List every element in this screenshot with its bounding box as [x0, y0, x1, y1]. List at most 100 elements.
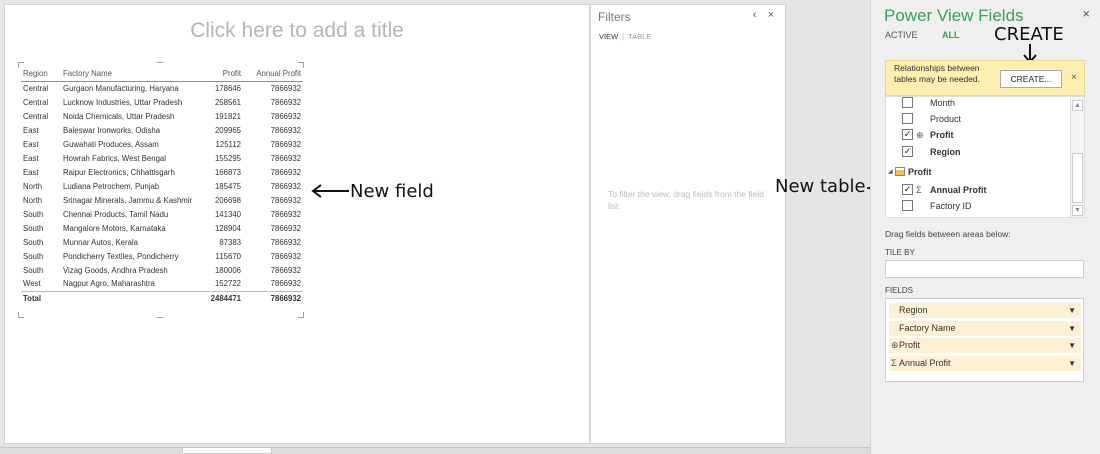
cell-region: South: [23, 223, 44, 233]
resize-handle[interactable]: [298, 62, 304, 68]
field-item[interactable]: Month: [886, 97, 1071, 111]
column-header-factory-name[interactable]: Factory Name: [61, 67, 201, 82]
field-list: Month Product ✓ ⊕ Profit ✓ Region ◢ Profit ✓ Σ Annu…: [885, 96, 1085, 218]
cell-annual-profit: 7866932: [270, 181, 301, 191]
field-checkbox[interactable]: [902, 113, 913, 124]
chevron-down-icon[interactable]: ▼: [1068, 356, 1076, 371]
well-field-item[interactable]: Factory Name ▼: [889, 320, 1081, 336]
field-item[interactable]: ✓ ⊕ Profit: [886, 127, 1071, 143]
field-checkbox[interactable]: ✓: [902, 184, 913, 195]
field-item[interactable]: ✓ Region: [886, 144, 1071, 160]
tab-separator: |: [622, 32, 625, 41]
table-row: East Raipur Electronics, Chhattisgarh 1668…: [21, 165, 303, 179]
table-row: North Srinagar Minerals, Jammu & Kashmir 2…: [21, 193, 303, 207]
scroll-thumb[interactable]: [1072, 153, 1083, 203]
column-header-region[interactable]: Region: [21, 67, 61, 82]
cell-region: South: [23, 251, 44, 261]
cell-profit: 125112: [215, 139, 241, 149]
field-label: Profit: [930, 130, 954, 140]
tab-all[interactable]: ALL: [942, 30, 960, 40]
field-checkbox[interactable]: [902, 97, 913, 108]
resize-handle[interactable]: [157, 62, 163, 63]
cell-annual-profit: 7866932: [270, 97, 301, 107]
close-icon[interactable]: ×: [1082, 6, 1090, 21]
tab-view[interactable]: VIEW: [599, 32, 618, 41]
new-field-annotation: New field: [350, 181, 434, 202]
cell-region: East: [23, 153, 39, 163]
field-checkbox[interactable]: ✓: [902, 129, 913, 140]
well-field-item[interactable]: Σ Annual Profit ▼: [889, 355, 1081, 371]
field-item[interactable]: Product: [886, 111, 1071, 127]
table-row: North Ludiana Petrochem, Punjab 185475 7866…: [21, 179, 303, 193]
table-visual[interactable]: Region Factory Name Profit Annual Profit…: [18, 62, 304, 318]
tile-by-well[interactable]: [885, 260, 1084, 278]
cell-annual-profit: 7866932: [270, 265, 301, 275]
well-field-item[interactable]: ⊕ Profit ▼: [889, 338, 1081, 353]
report-canvas[interactable]: Click here to add a title Region Factory…: [4, 4, 590, 444]
cell-region: South: [23, 237, 44, 247]
column-header-profit[interactable]: Profit: [201, 67, 243, 82]
cell-factory-name: Mangalore Motors, Karnataka: [63, 223, 166, 233]
table-header-row: Region Factory Name Profit Annual Profit: [21, 67, 303, 82]
table-row: East Howrah Fabrics, West Bengal 155295 786…: [21, 151, 303, 165]
create-annotation: CREATE: [994, 24, 1064, 45]
total-row: Total 2484471 7866932: [21, 290, 303, 305]
resize-handle[interactable]: [157, 317, 163, 318]
cell-region: South: [23, 209, 44, 219]
resize-handle[interactable]: [18, 312, 24, 318]
chevron-down-icon[interactable]: ▼: [1068, 303, 1076, 318]
field-label: Factory ID: [930, 201, 972, 211]
resize-handle[interactable]: [18, 62, 24, 68]
sheet-tab[interactable]: [182, 448, 272, 454]
filters-title: Filters: [598, 10, 631, 24]
field-item[interactable]: ✓ Σ Annual Profit: [886, 182, 1071, 198]
table-icon: [895, 167, 905, 176]
new-table-annotation: New table: [775, 176, 866, 197]
field-table-label: Profit: [908, 167, 932, 177]
cell-profit: 178646: [214, 83, 241, 93]
table-row: South Chennai Products, Tamil Nadu 141340 7…: [21, 207, 303, 221]
scroll-down-icon[interactable]: ▼: [1072, 205, 1083, 216]
scrollbar[interactable]: ▲ ▼: [1070, 97, 1084, 217]
fields-label: FIELDS: [885, 286, 914, 295]
tab-active[interactable]: ACTIVE: [885, 30, 918, 40]
table-row: Central Noida Chemicals, Uttar Pradesh 191…: [21, 109, 303, 123]
cell-factory-name: Howrah Fabrics, West Bengal: [63, 153, 166, 163]
relationship-notice: Relationships between tables may be need…: [885, 60, 1085, 96]
expand-icon[interactable]: ◢: [888, 164, 893, 180]
cell-factory-name: Vizag Goods, Andhra Pradesh: [63, 265, 168, 275]
chevron-down-icon[interactable]: ▼: [1068, 338, 1076, 353]
field-label: Product: [930, 114, 962, 124]
drag-hint: Drag fields between areas below:: [885, 229, 1011, 239]
cell-profit: 185475: [214, 181, 241, 191]
tab-table[interactable]: TABLE: [628, 32, 651, 41]
cell-factory-name: Nagpur Agro, Maharashtra: [63, 279, 155, 289]
field-table-profit[interactable]: ◢ Profit: [886, 164, 1071, 180]
title-placeholder[interactable]: Click here to add a title: [5, 19, 589, 43]
cell-annual-profit: 7866932: [270, 125, 301, 135]
create-button[interactable]: CREATE...: [1000, 70, 1062, 88]
cell-annual-profit: 7866932: [270, 209, 301, 219]
scroll-up-icon[interactable]: ▲: [1072, 100, 1083, 111]
cell-annual-profit: 7866932: [270, 223, 301, 233]
field-item[interactable]: Factory ID: [886, 198, 1071, 214]
cell-region: South: [23, 265, 44, 275]
globe-icon: ⊕: [891, 340, 899, 350]
field-checkbox[interactable]: [902, 200, 913, 211]
well-field-item[interactable]: Region ▼: [889, 303, 1081, 318]
cell-profit: 180006: [214, 265, 241, 275]
column-header-annual-profit[interactable]: Annual Profit: [243, 67, 303, 82]
globe-icon: ⊕: [916, 130, 924, 140]
close-icon[interactable]: ×: [1071, 72, 1077, 83]
chevron-down-icon[interactable]: ▼: [1068, 321, 1076, 336]
field-checkbox[interactable]: ✓: [902, 146, 913, 157]
fields-well[interactable]: Region ▼ Factory Name ▼ ⊕ Profit ▼ Σ Annual Prof…: [885, 298, 1084, 382]
resize-handle[interactable]: [298, 312, 304, 318]
total-annual-profit: 7866932: [243, 290, 303, 305]
well-field-label: Profit: [899, 340, 921, 350]
cell-annual-profit: 7866932: [270, 251, 301, 261]
cell-region: East: [23, 125, 39, 135]
notice-text: Relationships between tables may be need…: [894, 63, 981, 84]
cell-factory-name: Chennai Products, Tamil Nadu: [63, 209, 169, 219]
filters-controls[interactable]: ‹ ×: [753, 9, 778, 21]
